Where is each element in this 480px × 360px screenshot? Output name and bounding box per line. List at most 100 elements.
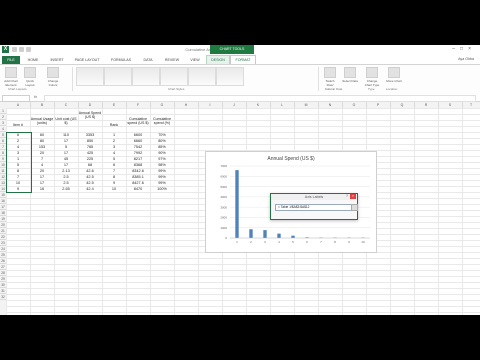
- tab-home[interactable]: HOME: [22, 56, 44, 64]
- table-cell[interactable]: 20: [30, 151, 54, 155]
- table-header-annual-spend[interactable]: Annual Spend (US $): [78, 111, 102, 119]
- restore-icon[interactable]: □: [460, 46, 468, 52]
- table-cell[interactable]: 7: [102, 169, 126, 173]
- table-cell[interactable]: 8217: [126, 157, 150, 161]
- chart-style-3[interactable]: [132, 67, 160, 86]
- table-header-item[interactable]: Item #: [6, 123, 30, 127]
- table-cell[interactable]: 8470: [126, 187, 150, 191]
- chart-bar[interactable]: [277, 233, 281, 238]
- axis-labels-dialog[interactable]: Axis Labels ? × = Table 1!$A$3:$A$12: [270, 193, 358, 220]
- save-icon[interactable]: [12, 47, 17, 52]
- table-cell[interactable]: 6: [102, 163, 126, 167]
- table-header-rank[interactable]: Rank: [102, 123, 126, 127]
- table-cell[interactable]: 16: [30, 187, 54, 191]
- table-cell[interactable]: 85%: [150, 145, 174, 149]
- chart-style-6[interactable]: [216, 67, 244, 86]
- table-cell[interactable]: 1: [102, 133, 126, 137]
- table-cell[interactable]: 98%: [150, 163, 174, 167]
- table-cell[interactable]: 225: [78, 157, 102, 161]
- quick-layout-button[interactable]: Quick Layout: [22, 67, 38, 87]
- chart-bar[interactable]: [249, 229, 253, 238]
- tab-view[interactable]: VIEW: [186, 56, 204, 64]
- table-cell[interactable]: 2.5: [54, 175, 78, 179]
- tab-page-layout[interactable]: PAGE LAYOUT: [70, 56, 104, 64]
- move-chart-button[interactable]: Move Chart: [386, 67, 402, 87]
- table-cell[interactable]: 17: [54, 163, 78, 167]
- tab-formulas[interactable]: FORMULAS: [106, 56, 136, 64]
- chart-bar[interactable]: [235, 170, 239, 238]
- table-cell[interactable]: 10: [102, 187, 126, 191]
- table-cell[interactable]: 42.4: [78, 187, 102, 191]
- table-cell[interactable]: 7: [30, 157, 54, 161]
- add-chart-element-button[interactable]: Add Chart Element: [3, 67, 19, 87]
- table-cell[interactable]: 80: [30, 139, 54, 143]
- table-cell[interactable]: 5: [102, 157, 126, 161]
- table-cell[interactable]: 2.5: [54, 181, 78, 185]
- table-cell[interactable]: 17: [54, 151, 78, 155]
- close-icon[interactable]: ×: [468, 46, 476, 52]
- table-cell[interactable]: 8: [102, 175, 126, 179]
- axis-label-range-input[interactable]: = Table 1!$A$3:$A$12: [275, 204, 353, 211]
- name-box[interactable]: [2, 95, 30, 102]
- table-cell[interactable]: 4: [102, 151, 126, 155]
- table-cell[interactable]: 7542: [126, 145, 150, 149]
- undo-icon[interactable]: [19, 47, 24, 52]
- table-cell[interactable]: 6600: [126, 133, 150, 137]
- tab-insert[interactable]: INSERT: [46, 56, 68, 64]
- chart-bar[interactable]: [263, 230, 267, 238]
- table-cell[interactable]: 4: [30, 163, 54, 167]
- table-cell[interactable]: 99%: [150, 181, 174, 185]
- table-cell[interactable]: 17: [30, 175, 54, 179]
- table-cell[interactable]: 110: [54, 133, 78, 137]
- change-chart-type-button[interactable]: Change Chart Type: [364, 67, 380, 87]
- table-cell[interactable]: 90%: [150, 151, 174, 155]
- table-cell[interactable]: 8368: [126, 163, 150, 167]
- chart-style-4[interactable]: [160, 67, 188, 86]
- table-cell[interactable]: 100%: [150, 187, 174, 191]
- table-cell[interactable]: 17: [30, 181, 54, 185]
- table-cell[interactable]: 42.6: [78, 169, 102, 173]
- table-header-cum-spend[interactable]: Cumulative spend (US $): [126, 117, 150, 125]
- chart-bar[interactable]: [291, 235, 295, 238]
- table-cell[interactable]: 97%: [150, 157, 174, 161]
- collapse-dialog-icon[interactable]: [351, 204, 358, 211]
- table-cell[interactable]: 9: [102, 181, 126, 185]
- table-cell[interactable]: 60: [30, 133, 54, 137]
- table-cell[interactable]: 765: [78, 145, 102, 149]
- tab-data[interactable]: DATA: [138, 56, 158, 64]
- fx-icon[interactable]: fx: [34, 94, 37, 99]
- table-cell[interactable]: 153: [30, 145, 54, 149]
- table-header-cum-pct[interactable]: Cumulative spend (%): [150, 117, 174, 125]
- table-cell[interactable]: 70%: [150, 133, 174, 137]
- chart-styles-gallery[interactable]: [76, 67, 244, 86]
- table-cell[interactable]: 20: [30, 169, 54, 173]
- table-cell[interactable]: 8427.6: [126, 181, 150, 185]
- table-header-usage[interactable]: Annual Usage (units): [30, 117, 54, 125]
- switch-row-column-button[interactable]: Switch Row/ Column: [322, 67, 338, 91]
- tab-review[interactable]: REVIEW: [160, 56, 184, 64]
- table-cell[interactable]: 2.65: [54, 187, 78, 191]
- formula-input[interactable]: [44, 95, 476, 102]
- table-cell[interactable]: 17: [54, 139, 78, 143]
- table-cell[interactable]: 68: [78, 163, 102, 167]
- table-cell[interactable]: 850: [78, 139, 102, 143]
- table-cell[interactable]: 8342.6: [126, 169, 150, 173]
- chart-style-2[interactable]: [104, 67, 132, 86]
- table-cell[interactable]: 8385.1: [126, 175, 150, 179]
- chart-style-5[interactable]: [188, 67, 216, 86]
- table-cell[interactable]: 5: [54, 145, 78, 149]
- chart-style-1[interactable]: [76, 67, 104, 86]
- table-cell[interactable]: 99%: [150, 169, 174, 173]
- help-icon[interactable]: ?: [346, 194, 348, 198]
- change-colors-button[interactable]: Change Colors: [45, 67, 61, 87]
- table-cell[interactable]: 3: [102, 145, 126, 149]
- table-cell[interactable]: 6660: [126, 139, 150, 143]
- table-cell[interactable]: 42.5: [78, 181, 102, 185]
- tab-file[interactable]: FILE: [2, 56, 20, 64]
- table-cell[interactable]: 42.5: [78, 175, 102, 179]
- table-cell[interactable]: 2: [102, 139, 126, 143]
- table-cell[interactable]: 80%: [150, 139, 174, 143]
- table-cell[interactable]: 2.13: [54, 169, 78, 173]
- table-cell[interactable]: 99%: [150, 175, 174, 179]
- user-name[interactable]: Aya Ohba: [458, 57, 474, 61]
